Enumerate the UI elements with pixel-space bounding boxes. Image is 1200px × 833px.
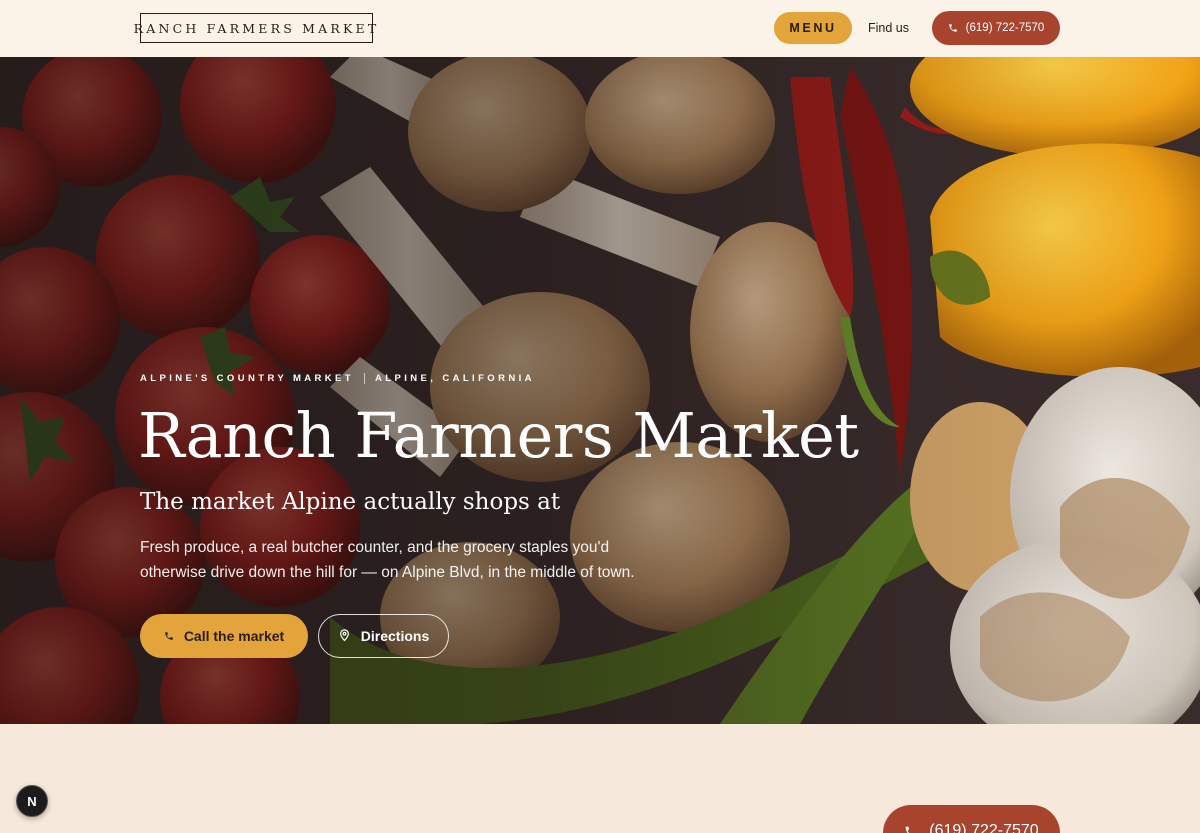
n-badge[interactable]: N	[16, 785, 48, 817]
header-phone-label: (619) 722-7570	[965, 22, 1045, 34]
phone-icon	[164, 631, 174, 641]
floating-phone-label: (619) 722-7570	[929, 822, 1039, 833]
site-header: RANCH FARMERS MARKET MENU Find us (619) …	[0, 0, 1200, 57]
call-market-button[interactable]: Call the market	[140, 614, 308, 658]
find-us-link[interactable]: Find us	[868, 12, 909, 44]
directions-button[interactable]: Directions	[318, 614, 449, 658]
menu-button[interactable]: MENU	[774, 12, 852, 44]
map-pin-icon	[338, 628, 351, 645]
call-market-label: Call the market	[183, 628, 285, 644]
eyebrow-tagline: ALPINE'S COUNTRY MARKET	[140, 373, 354, 384]
site-logo[interactable]: RANCH FARMERS MARKET	[134, 13, 376, 43]
eyebrow-divider	[364, 373, 365, 384]
hero-description: Fresh produce, a real butcher counter, a…	[140, 539, 635, 581]
header-phone-button[interactable]: (619) 722-7570	[932, 11, 1060, 45]
hero-eyebrow: ALPINE'S COUNTRY MARKET ALPINE, CALIFORN…	[140, 373, 535, 384]
eyebrow-location: ALPINE, CALIFORNIA	[375, 373, 535, 384]
hero-section: ALPINE'S COUNTRY MARKET ALPINE, CALIFORN…	[0, 57, 1200, 724]
phone-icon	[948, 23, 958, 33]
directions-label: Directions	[360, 628, 430, 644]
hero-title: Ranch Farmers Market	[138, 399, 859, 472]
phone-icon	[904, 822, 917, 833]
hero-subtitle: The market Alpine actually shops at	[140, 489, 561, 515]
floating-phone-button[interactable]: (619) 722-7570	[883, 805, 1060, 833]
